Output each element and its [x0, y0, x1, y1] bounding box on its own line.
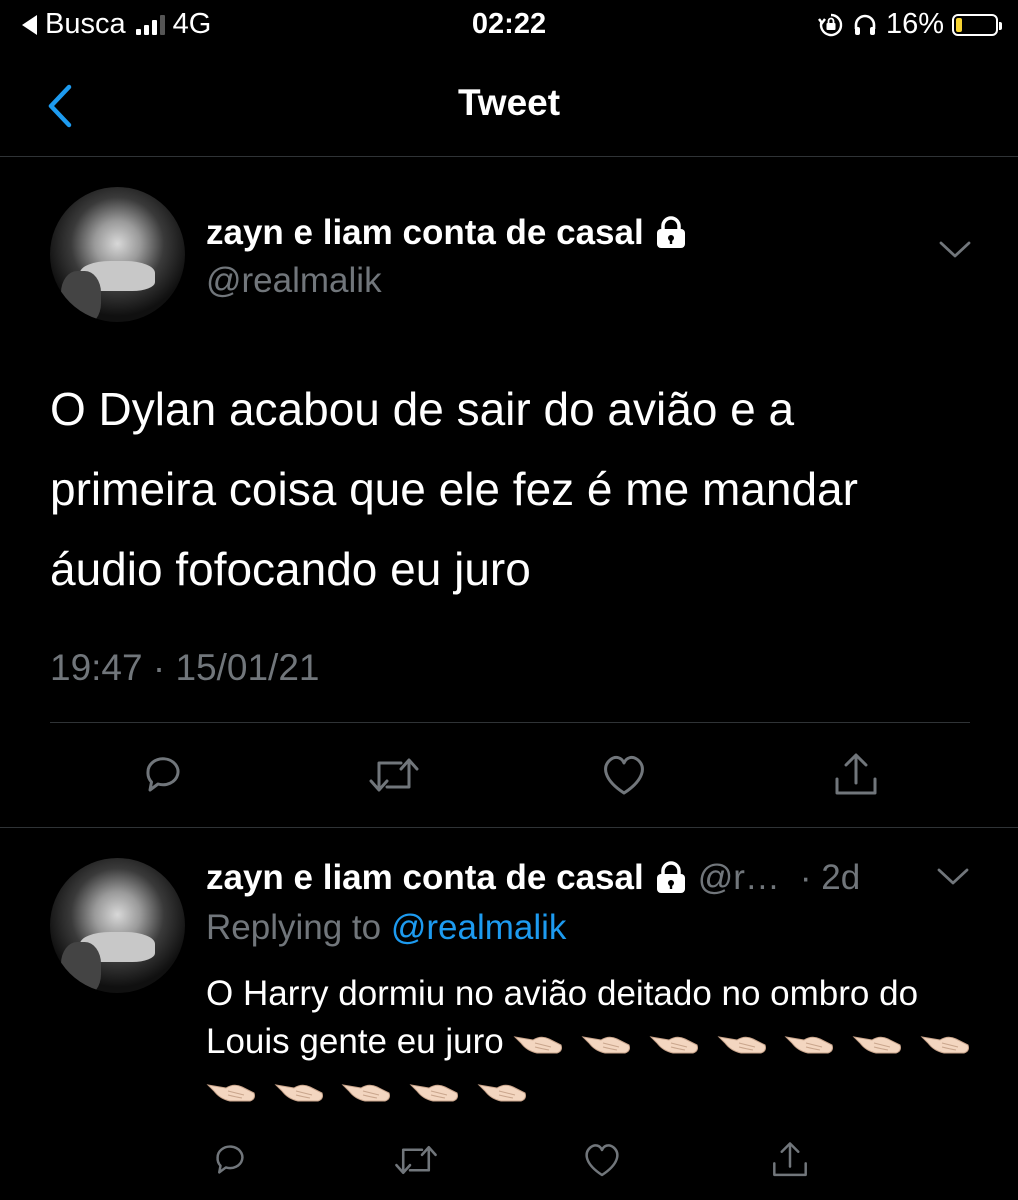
retweet-icon [369, 758, 419, 792]
like-button[interactable] [572, 1130, 632, 1190]
share-button[interactable] [826, 745, 886, 805]
pointing-hand-emoji [206, 1084, 255, 1102]
pointing-hand-emoji [920, 1036, 969, 1054]
share-icon [835, 753, 877, 795]
tweet-detail-screen: Busca 4G 02:22 16% Tweet zayn e liam con… [0, 0, 1018, 1200]
reply-button[interactable] [133, 745, 193, 805]
navigation-bar: Tweet [0, 56, 1018, 157]
pointing-hand-emoji [477, 1084, 526, 1102]
main-tweet: zayn e liam conta de casal @realmalik O … [0, 157, 1018, 828]
tweet-text: O Dylan acabou de sair do avião e a prim… [50, 383, 858, 595]
reply-tweet[interactable]: zayn e liam conta de casal @r… · 2d Repl… [0, 828, 1018, 1200]
reply-button[interactable] [200, 1130, 260, 1190]
retweet-button[interactable] [364, 745, 424, 805]
reply-header: zayn e liam conta de casal @r… · 2d [206, 858, 860, 898]
headphones-icon [854, 14, 876, 35]
pointing-hand-emoji [852, 1036, 902, 1054]
lock-icon [656, 216, 685, 248]
retweet-icon [395, 1145, 437, 1175]
lock-icon [656, 861, 685, 893]
heart-icon [604, 755, 644, 795]
pointing-hand-emoji [409, 1084, 459, 1102]
divider [50, 722, 970, 723]
status-bar: Busca 4G 02:22 16% [0, 0, 1018, 56]
replying-to: Replying to @realmalik [206, 908, 566, 948]
replying-to-handle[interactable]: @realmalik [391, 908, 567, 947]
avatar[interactable] [50, 858, 185, 993]
battery-fill [956, 17, 962, 32]
pointing-hand-emoji [649, 1036, 698, 1054]
reply-text-block: O Harry dormiu no avião deitado no ombro… [206, 970, 996, 1114]
battery-icon [952, 13, 1002, 36]
reply-icon [146, 757, 180, 792]
reply-icon [216, 1145, 244, 1174]
heart-icon [585, 1144, 619, 1177]
pointing-hand-emoji [342, 1084, 391, 1102]
pointing-hand-emoji [274, 1084, 323, 1102]
replying-to-label: Replying to [206, 908, 382, 947]
rotation-lock-icon [817, 13, 843, 36]
status-bar-right: 16% [817, 8, 1002, 41]
author-name[interactable]: zayn e liam conta de casal [206, 213, 644, 253]
reply-author-name[interactable]: zayn e liam conta de casal [206, 858, 644, 898]
pointing-hand-emoji [581, 1036, 631, 1054]
pointing-hand-emoji [717, 1036, 766, 1054]
pointing-hand-emoji [514, 1036, 563, 1054]
page-title: Tweet [457, 82, 561, 123]
chevron-down-icon[interactable] [938, 239, 972, 261]
reply-author-handle[interactable]: @r… [698, 858, 780, 898]
pointing-hand-emoji [784, 1036, 834, 1054]
battery-percent: 16% [885, 8, 944, 40]
chevron-down-icon[interactable] [936, 866, 970, 888]
share-button[interactable] [760, 1130, 820, 1190]
author-name-row[interactable]: zayn e liam conta de casal [206, 213, 688, 253]
reply-age: · 2d [799, 858, 861, 897]
like-button[interactable] [594, 745, 654, 805]
avatar[interactable] [50, 187, 185, 322]
tweet-timestamp[interactable]: 19:47 · 15/01/21 [50, 647, 320, 689]
retweet-button[interactable] [386, 1130, 446, 1190]
author-handle[interactable]: @realmalik [206, 261, 382, 301]
share-icon [773, 1142, 807, 1177]
